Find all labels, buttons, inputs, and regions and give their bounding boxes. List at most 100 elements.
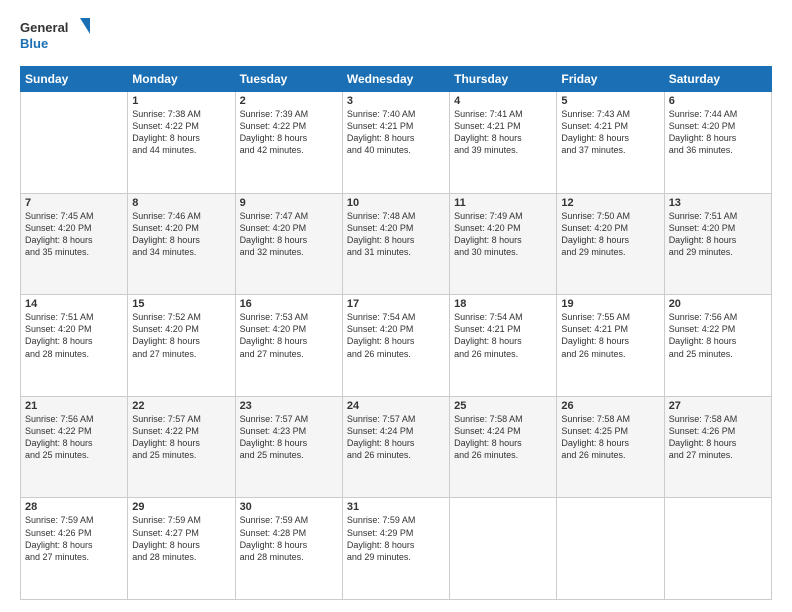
calendar-cell-2-1: 15Sunrise: 7:52 AM Sunset: 4:20 PM Dayli… [128, 295, 235, 397]
day-info: Sunrise: 7:52 AM Sunset: 4:20 PM Dayligh… [132, 311, 230, 360]
day-info: Sunrise: 7:57 AM Sunset: 4:23 PM Dayligh… [240, 413, 338, 462]
calendar-cell-0-1: 1Sunrise: 7:38 AM Sunset: 4:22 PM Daylig… [128, 92, 235, 194]
calendar-cell-2-0: 14Sunrise: 7:51 AM Sunset: 4:20 PM Dayli… [21, 295, 128, 397]
calendar-cell-0-6: 6Sunrise: 7:44 AM Sunset: 4:20 PM Daylig… [664, 92, 771, 194]
svg-text:General: General [20, 20, 68, 35]
calendar-header: SundayMondayTuesdayWednesdayThursdayFrid… [21, 67, 772, 92]
day-info: Sunrise: 7:43 AM Sunset: 4:21 PM Dayligh… [561, 108, 659, 157]
calendar-cell-0-5: 5Sunrise: 7:43 AM Sunset: 4:21 PM Daylig… [557, 92, 664, 194]
day-info: Sunrise: 7:59 AM Sunset: 4:29 PM Dayligh… [347, 514, 445, 563]
weekday-header-saturday: Saturday [664, 67, 771, 92]
day-number: 19 [561, 298, 659, 310]
day-info: Sunrise: 7:58 AM Sunset: 4:25 PM Dayligh… [561, 413, 659, 462]
day-info: Sunrise: 7:51 AM Sunset: 4:20 PM Dayligh… [669, 210, 767, 259]
day-number: 28 [25, 501, 123, 513]
calendar-cell-2-2: 16Sunrise: 7:53 AM Sunset: 4:20 PM Dayli… [235, 295, 342, 397]
day-number: 16 [240, 298, 338, 310]
page: General Blue SundayMondayTuesdayWednesda… [0, 0, 792, 612]
day-number: 1 [132, 95, 230, 107]
calendar-cell-4-5 [557, 498, 664, 600]
day-info: Sunrise: 7:58 AM Sunset: 4:26 PM Dayligh… [669, 413, 767, 462]
day-number: 23 [240, 400, 338, 412]
day-number: 25 [454, 400, 552, 412]
day-info: Sunrise: 7:54 AM Sunset: 4:20 PM Dayligh… [347, 311, 445, 360]
day-info: Sunrise: 7:57 AM Sunset: 4:24 PM Dayligh… [347, 413, 445, 462]
calendar-cell-3-2: 23Sunrise: 7:57 AM Sunset: 4:23 PM Dayli… [235, 396, 342, 498]
calendar-cell-3-1: 22Sunrise: 7:57 AM Sunset: 4:22 PM Dayli… [128, 396, 235, 498]
day-info: Sunrise: 7:56 AM Sunset: 4:22 PM Dayligh… [25, 413, 123, 462]
header: General Blue [20, 16, 772, 56]
calendar-cell-4-3: 31Sunrise: 7:59 AM Sunset: 4:29 PM Dayli… [342, 498, 449, 600]
day-number: 21 [25, 400, 123, 412]
day-number: 18 [454, 298, 552, 310]
weekday-header-row: SundayMondayTuesdayWednesdayThursdayFrid… [21, 67, 772, 92]
day-number: 29 [132, 501, 230, 513]
day-number: 7 [25, 197, 123, 209]
logo-svg: General Blue [20, 16, 90, 56]
week-row-5: 28Sunrise: 7:59 AM Sunset: 4:26 PM Dayli… [21, 498, 772, 600]
day-number: 15 [132, 298, 230, 310]
day-info: Sunrise: 7:40 AM Sunset: 4:21 PM Dayligh… [347, 108, 445, 157]
day-info: Sunrise: 7:41 AM Sunset: 4:21 PM Dayligh… [454, 108, 552, 157]
day-number: 14 [25, 298, 123, 310]
calendar-cell-1-3: 10Sunrise: 7:48 AM Sunset: 4:20 PM Dayli… [342, 193, 449, 295]
day-number: 12 [561, 197, 659, 209]
day-number: 6 [669, 95, 767, 107]
calendar-cell-2-6: 20Sunrise: 7:56 AM Sunset: 4:22 PM Dayli… [664, 295, 771, 397]
day-number: 30 [240, 501, 338, 513]
week-row-1: 1Sunrise: 7:38 AM Sunset: 4:22 PM Daylig… [21, 92, 772, 194]
day-number: 20 [669, 298, 767, 310]
day-number: 4 [454, 95, 552, 107]
calendar-cell-4-1: 29Sunrise: 7:59 AM Sunset: 4:27 PM Dayli… [128, 498, 235, 600]
calendar-cell-2-4: 18Sunrise: 7:54 AM Sunset: 4:21 PM Dayli… [450, 295, 557, 397]
calendar-cell-1-5: 12Sunrise: 7:50 AM Sunset: 4:20 PM Dayli… [557, 193, 664, 295]
weekday-header-friday: Friday [557, 67, 664, 92]
calendar-cell-0-2: 2Sunrise: 7:39 AM Sunset: 4:22 PM Daylig… [235, 92, 342, 194]
day-info: Sunrise: 7:59 AM Sunset: 4:26 PM Dayligh… [25, 514, 123, 563]
calendar-cell-3-0: 21Sunrise: 7:56 AM Sunset: 4:22 PM Dayli… [21, 396, 128, 498]
calendar-table: SundayMondayTuesdayWednesdayThursdayFrid… [20, 66, 772, 600]
calendar-cell-3-6: 27Sunrise: 7:58 AM Sunset: 4:26 PM Dayli… [664, 396, 771, 498]
day-info: Sunrise: 7:59 AM Sunset: 4:28 PM Dayligh… [240, 514, 338, 563]
calendar-body: 1Sunrise: 7:38 AM Sunset: 4:22 PM Daylig… [21, 92, 772, 600]
calendar-cell-0-0 [21, 92, 128, 194]
day-number: 13 [669, 197, 767, 209]
day-info: Sunrise: 7:57 AM Sunset: 4:22 PM Dayligh… [132, 413, 230, 462]
calendar-cell-1-0: 7Sunrise: 7:45 AM Sunset: 4:20 PM Daylig… [21, 193, 128, 295]
calendar-cell-2-3: 17Sunrise: 7:54 AM Sunset: 4:20 PM Dayli… [342, 295, 449, 397]
week-row-2: 7Sunrise: 7:45 AM Sunset: 4:20 PM Daylig… [21, 193, 772, 295]
calendar-cell-3-3: 24Sunrise: 7:57 AM Sunset: 4:24 PM Dayli… [342, 396, 449, 498]
day-number: 5 [561, 95, 659, 107]
day-info: Sunrise: 7:46 AM Sunset: 4:20 PM Dayligh… [132, 210, 230, 259]
day-number: 11 [454, 197, 552, 209]
day-number: 22 [132, 400, 230, 412]
day-number: 3 [347, 95, 445, 107]
day-number: 27 [669, 400, 767, 412]
day-number: 10 [347, 197, 445, 209]
svg-text:Blue: Blue [20, 36, 48, 51]
calendar-cell-0-3: 3Sunrise: 7:40 AM Sunset: 4:21 PM Daylig… [342, 92, 449, 194]
day-info: Sunrise: 7:48 AM Sunset: 4:20 PM Dayligh… [347, 210, 445, 259]
calendar-cell-1-6: 13Sunrise: 7:51 AM Sunset: 4:20 PM Dayli… [664, 193, 771, 295]
weekday-header-monday: Monday [128, 67, 235, 92]
weekday-header-wednesday: Wednesday [342, 67, 449, 92]
day-info: Sunrise: 7:55 AM Sunset: 4:21 PM Dayligh… [561, 311, 659, 360]
calendar-cell-4-6 [664, 498, 771, 600]
calendar-cell-2-5: 19Sunrise: 7:55 AM Sunset: 4:21 PM Dayli… [557, 295, 664, 397]
week-row-4: 21Sunrise: 7:56 AM Sunset: 4:22 PM Dayli… [21, 396, 772, 498]
calendar-cell-4-2: 30Sunrise: 7:59 AM Sunset: 4:28 PM Dayli… [235, 498, 342, 600]
day-number: 24 [347, 400, 445, 412]
day-number: 8 [132, 197, 230, 209]
day-info: Sunrise: 7:45 AM Sunset: 4:20 PM Dayligh… [25, 210, 123, 259]
calendar-cell-1-1: 8Sunrise: 7:46 AM Sunset: 4:20 PM Daylig… [128, 193, 235, 295]
calendar-cell-1-2: 9Sunrise: 7:47 AM Sunset: 4:20 PM Daylig… [235, 193, 342, 295]
day-info: Sunrise: 7:47 AM Sunset: 4:20 PM Dayligh… [240, 210, 338, 259]
day-number: 17 [347, 298, 445, 310]
day-info: Sunrise: 7:53 AM Sunset: 4:20 PM Dayligh… [240, 311, 338, 360]
calendar-cell-3-4: 25Sunrise: 7:58 AM Sunset: 4:24 PM Dayli… [450, 396, 557, 498]
weekday-header-tuesday: Tuesday [235, 67, 342, 92]
calendar-cell-4-0: 28Sunrise: 7:59 AM Sunset: 4:26 PM Dayli… [21, 498, 128, 600]
weekday-header-thursday: Thursday [450, 67, 557, 92]
day-info: Sunrise: 7:58 AM Sunset: 4:24 PM Dayligh… [454, 413, 552, 462]
weekday-header-sunday: Sunday [21, 67, 128, 92]
